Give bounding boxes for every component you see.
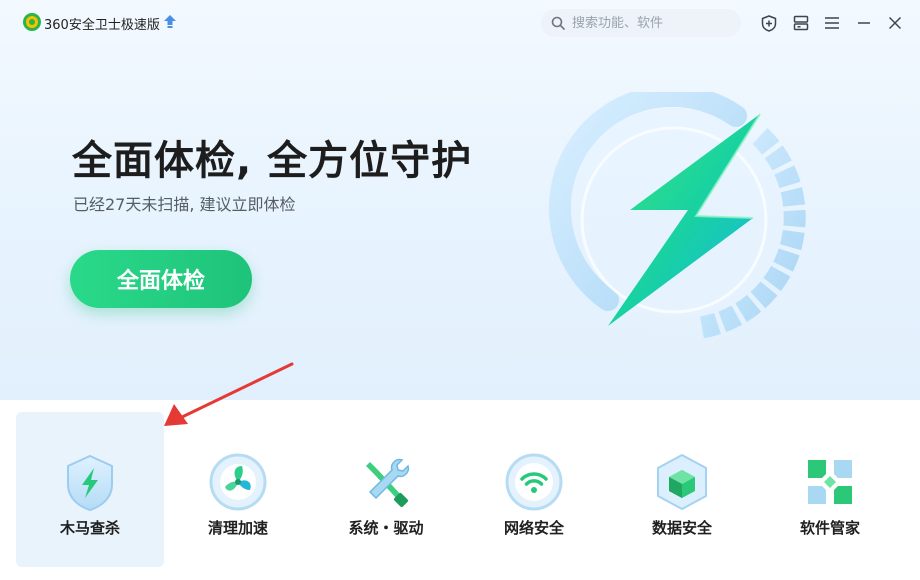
layout-icon [793, 15, 809, 31]
tool-system-driver[interactable]: 系统・驱动 [312, 412, 460, 567]
minimize-button[interactable] [853, 12, 875, 34]
tool-label: 清理加速 [207, 519, 268, 537]
tool-label: 数据安全 [651, 519, 712, 537]
scan-status-text: 已经27天未扫描, 建议立即体检 [73, 195, 296, 214]
tool-label: 木马查杀 [59, 519, 120, 537]
close-button[interactable] [884, 12, 906, 34]
search-icon [551, 16, 565, 30]
tool-data-security[interactable]: 数据安全 [608, 412, 756, 567]
tool-network-security[interactable]: 网络安全 [460, 412, 608, 567]
data-cube-icon [657, 453, 707, 511]
shield-button[interactable] [758, 12, 780, 34]
full-checkup-button[interactable]: 全面体检 [70, 250, 252, 308]
layout-button[interactable] [790, 12, 812, 34]
app-title: 360安全卫士极速版 [44, 18, 160, 33]
tools-bar: 木马查杀 清理加速 系统・驱动 网络安全 数据安全 软件管家 [0, 400, 920, 580]
close-icon [888, 16, 902, 30]
lightning-ring-icon [548, 92, 806, 339]
hero-headline: 全面体检, 全方位守护 [72, 138, 473, 184]
wifi-icon [505, 453, 563, 511]
tool-label: 软件管家 [799, 519, 860, 537]
shield-icon [761, 14, 777, 32]
search-input[interactable] [572, 9, 732, 37]
menu-icon [825, 17, 839, 29]
fan-icon [209, 453, 267, 511]
tool-software-manager[interactable]: 软件管家 [756, 412, 904, 567]
title-bar: 360安全卫士极速版 [0, 0, 920, 46]
trojan-shield-icon [67, 454, 113, 512]
tool-trojan-scan[interactable]: 木马查杀 [16, 412, 164, 567]
search-box[interactable] [541, 9, 741, 37]
upgrade-arrow-icon[interactable] [164, 15, 176, 29]
app-logo-icon [23, 13, 41, 31]
menu-button[interactable] [821, 12, 843, 34]
wrench-screwdriver-icon [366, 458, 410, 507]
minimize-icon [858, 22, 870, 24]
tool-label: 网络安全 [503, 519, 564, 537]
tool-cleanup[interactable]: 清理加速 [164, 412, 312, 567]
tool-label: 系统・驱动 [348, 519, 424, 537]
software-grid-icon [808, 460, 852, 504]
